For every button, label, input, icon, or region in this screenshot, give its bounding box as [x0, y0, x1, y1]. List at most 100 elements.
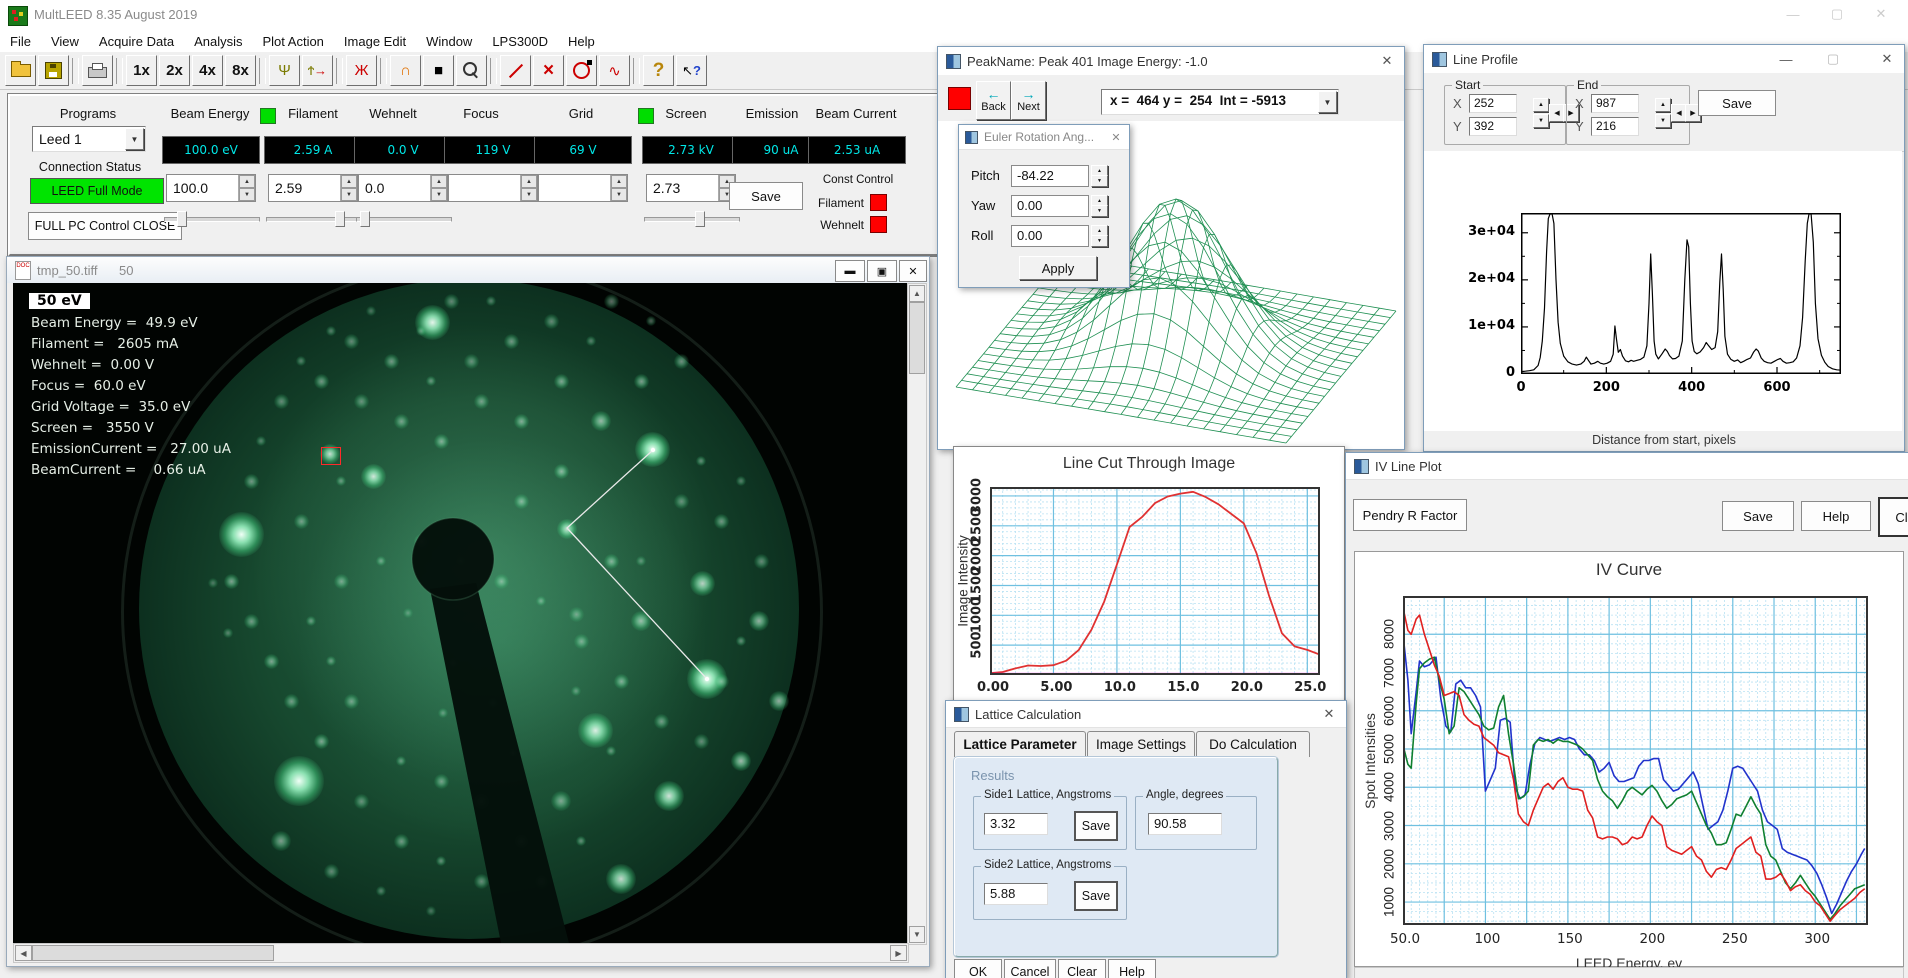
- pitch-field[interactable]: -84.22: [1011, 165, 1089, 187]
- yaw-spin-down-icon[interactable]: ▼: [1091, 205, 1108, 217]
- menu-item-file[interactable]: File: [0, 31, 41, 52]
- acquire-tool-icon[interactable]: Ψ: [269, 55, 300, 86]
- magnifier-icon[interactable]: [456, 55, 487, 86]
- menu-item-analysis[interactable]: Analysis: [184, 31, 252, 52]
- side1-save-button[interactable]: Save: [1074, 811, 1118, 841]
- save-icon[interactable]: [38, 55, 69, 86]
- line-profile-icon[interactable]: [500, 55, 531, 86]
- spin-down-icon[interactable]: ▼: [521, 188, 537, 201]
- stage-move-icon[interactable]: Ϯ→: [302, 55, 333, 86]
- next-button[interactable]: → Next: [1011, 81, 1046, 120]
- zoom-1x-button[interactable]: 1x: [126, 55, 157, 86]
- image-minimize-button[interactable]: ▬: [835, 260, 865, 282]
- profile-close-button[interactable]: ✕: [1870, 45, 1904, 73]
- menu-item-plot-action[interactable]: Plot Action: [252, 31, 333, 52]
- menu-item-acquire-data[interactable]: Acquire Data: [89, 31, 184, 52]
- open-file-icon[interactable]: [5, 55, 36, 86]
- lattice-clear-button[interactable]: Clear: [1058, 959, 1106, 978]
- spin-down-icon[interactable]: ▼: [341, 188, 357, 201]
- spin-up-icon[interactable]: ▲: [341, 175, 357, 188]
- peakname-close-button[interactable]: ✕: [1370, 47, 1404, 75]
- delete-cross-icon[interactable]: Ж: [346, 55, 377, 86]
- peak-fit-icon[interactable]: ∩: [390, 55, 421, 86]
- leed-diffraction-image[interactable]: 50 eV Beam Energy = 49.9 eVFilament = 26…: [13, 283, 907, 943]
- start-spin-up-icon[interactable]: ▲: [1533, 98, 1549, 112]
- spin-up-icon[interactable]: ▲: [239, 175, 255, 188]
- spin-up-icon[interactable]: ▲: [521, 175, 537, 188]
- lattice-help-button[interactable]: Help: [1108, 959, 1156, 978]
- beam-energy-slider-thumb[interactable]: [177, 211, 187, 227]
- full-pc-control-button[interactable]: FULL PC Control CLOSE: [28, 212, 182, 240]
- tab-do-calculation[interactable]: Do Calculation: [1196, 731, 1310, 757]
- roll-field[interactable]: 0.00: [1011, 225, 1089, 247]
- image-close-button[interactable]: ✕: [899, 260, 927, 282]
- wehnelt-slider-thumb[interactable]: [360, 211, 370, 227]
- peak-readout-dropdown-icon[interactable]: ▼: [1318, 91, 1337, 113]
- beam-energy-slider[interactable]: [164, 210, 260, 226]
- spin-up-icon[interactable]: ▲: [431, 175, 447, 188]
- image-vscrollbar[interactable]: ▲ ▼: [907, 283, 927, 945]
- iv-close-button[interactable]: Close: [1878, 497, 1908, 537]
- circle-select-icon[interactable]: [566, 55, 597, 86]
- scroll-up-icon[interactable]: ▲: [909, 285, 925, 302]
- lattice-cancel-button[interactable]: Cancel: [1004, 959, 1056, 978]
- zoom-4x-button[interactable]: 4x: [192, 55, 223, 86]
- iv-save-button[interactable]: Save: [1722, 501, 1794, 531]
- lattice-close-button[interactable]: ✕: [1312, 701, 1346, 727]
- tab-lattice-parameter[interactable]: Lattice Parameter: [954, 731, 1086, 757]
- peak-readout-select[interactable]: x = 464 y = 254 Int = -5913 ▼: [1101, 89, 1339, 115]
- iv-help-button[interactable]: Help: [1801, 501, 1871, 531]
- peak-marker-indicator[interactable]: [948, 87, 971, 110]
- wehnelt-spinner[interactable]: 0.0▲▼: [358, 174, 448, 202]
- filament-slider[interactable]: [266, 210, 362, 226]
- menu-item-view[interactable]: View: [41, 31, 89, 52]
- cross-mark-icon[interactable]: ×: [533, 55, 564, 86]
- hscroll-thumb[interactable]: [32, 945, 274, 961]
- wehnelt-spinner-arrows[interactable]: ▲▼: [430, 175, 447, 201]
- scroll-down-icon[interactable]: ▼: [909, 926, 925, 943]
- end-x-field[interactable]: 987: [1591, 94, 1639, 113]
- profile-minimize-button[interactable]: —: [1769, 45, 1803, 73]
- scroll-right-icon[interactable]: ▶: [890, 945, 907, 961]
- const-wehnelt-indicator[interactable]: [870, 216, 887, 233]
- euler-apply-button[interactable]: Apply: [1019, 256, 1097, 280]
- end-y-field[interactable]: 216: [1591, 117, 1639, 136]
- side2-value-field[interactable]: 5.88: [984, 883, 1048, 905]
- beam-energy-spinner[interactable]: 100.0▲▼: [166, 174, 256, 202]
- back-button[interactable]: ← Back: [976, 81, 1011, 120]
- end-spin-up-icon[interactable]: ▲: [1655, 98, 1671, 112]
- yaw-field[interactable]: 0.00: [1011, 195, 1089, 217]
- help-icon[interactable]: ?: [643, 55, 674, 86]
- main-maximize-button[interactable]: ▢: [1820, 0, 1854, 28]
- side1-value-field[interactable]: 3.32: [984, 813, 1048, 835]
- polyline-icon[interactable]: ∿: [599, 55, 630, 86]
- main-close-button[interactable]: ✕: [1864, 0, 1898, 28]
- filament-slider-thumb[interactable]: [335, 211, 345, 227]
- context-help-icon[interactable]: ↖?: [676, 55, 707, 86]
- screen-slider-thumb[interactable]: [695, 211, 705, 227]
- focus-spinner-arrows[interactable]: ▲▼: [520, 175, 537, 201]
- spin-down-icon[interactable]: ▼: [611, 188, 627, 201]
- zoom-8x-button[interactable]: 8x: [225, 55, 256, 86]
- pitch-spin-down-icon[interactable]: ▼: [1091, 175, 1108, 187]
- start-y-field[interactable]: 392: [1469, 117, 1517, 136]
- emission-save-button[interactable]: Save: [729, 182, 803, 210]
- image-restore-button[interactable]: ▣: [867, 260, 897, 282]
- side2-save-button[interactable]: Save: [1074, 881, 1118, 911]
- filament-spinner[interactable]: 2.59▲▼: [268, 174, 358, 202]
- zoom-2x-button[interactable]: 2x: [159, 55, 190, 86]
- spin-up-icon[interactable]: ▲: [611, 175, 627, 188]
- end-spin-down-icon[interactable]: ▼: [1655, 114, 1671, 128]
- filament-spinner-arrows[interactable]: ▲▼: [340, 175, 357, 201]
- grid-spinner[interactable]: ▲▼: [538, 174, 628, 202]
- wehnelt-slider[interactable]: [356, 210, 452, 226]
- screen-spinner[interactable]: 2.73▲▼: [646, 174, 736, 202]
- lattice-ok-button[interactable]: OK: [954, 959, 1002, 978]
- roi-square-icon[interactable]: ■: [423, 55, 454, 86]
- profile-save-button[interactable]: Save: [1698, 90, 1776, 116]
- euler-close-button[interactable]: ✕: [1103, 125, 1129, 149]
- print-icon[interactable]: [82, 55, 113, 86]
- menu-item-lps300d[interactable]: LPS300D: [482, 31, 558, 52]
- program-select[interactable]: Leed 1 ▼: [32, 126, 146, 152]
- profile-maximize-button[interactable]: ▢: [1816, 45, 1850, 73]
